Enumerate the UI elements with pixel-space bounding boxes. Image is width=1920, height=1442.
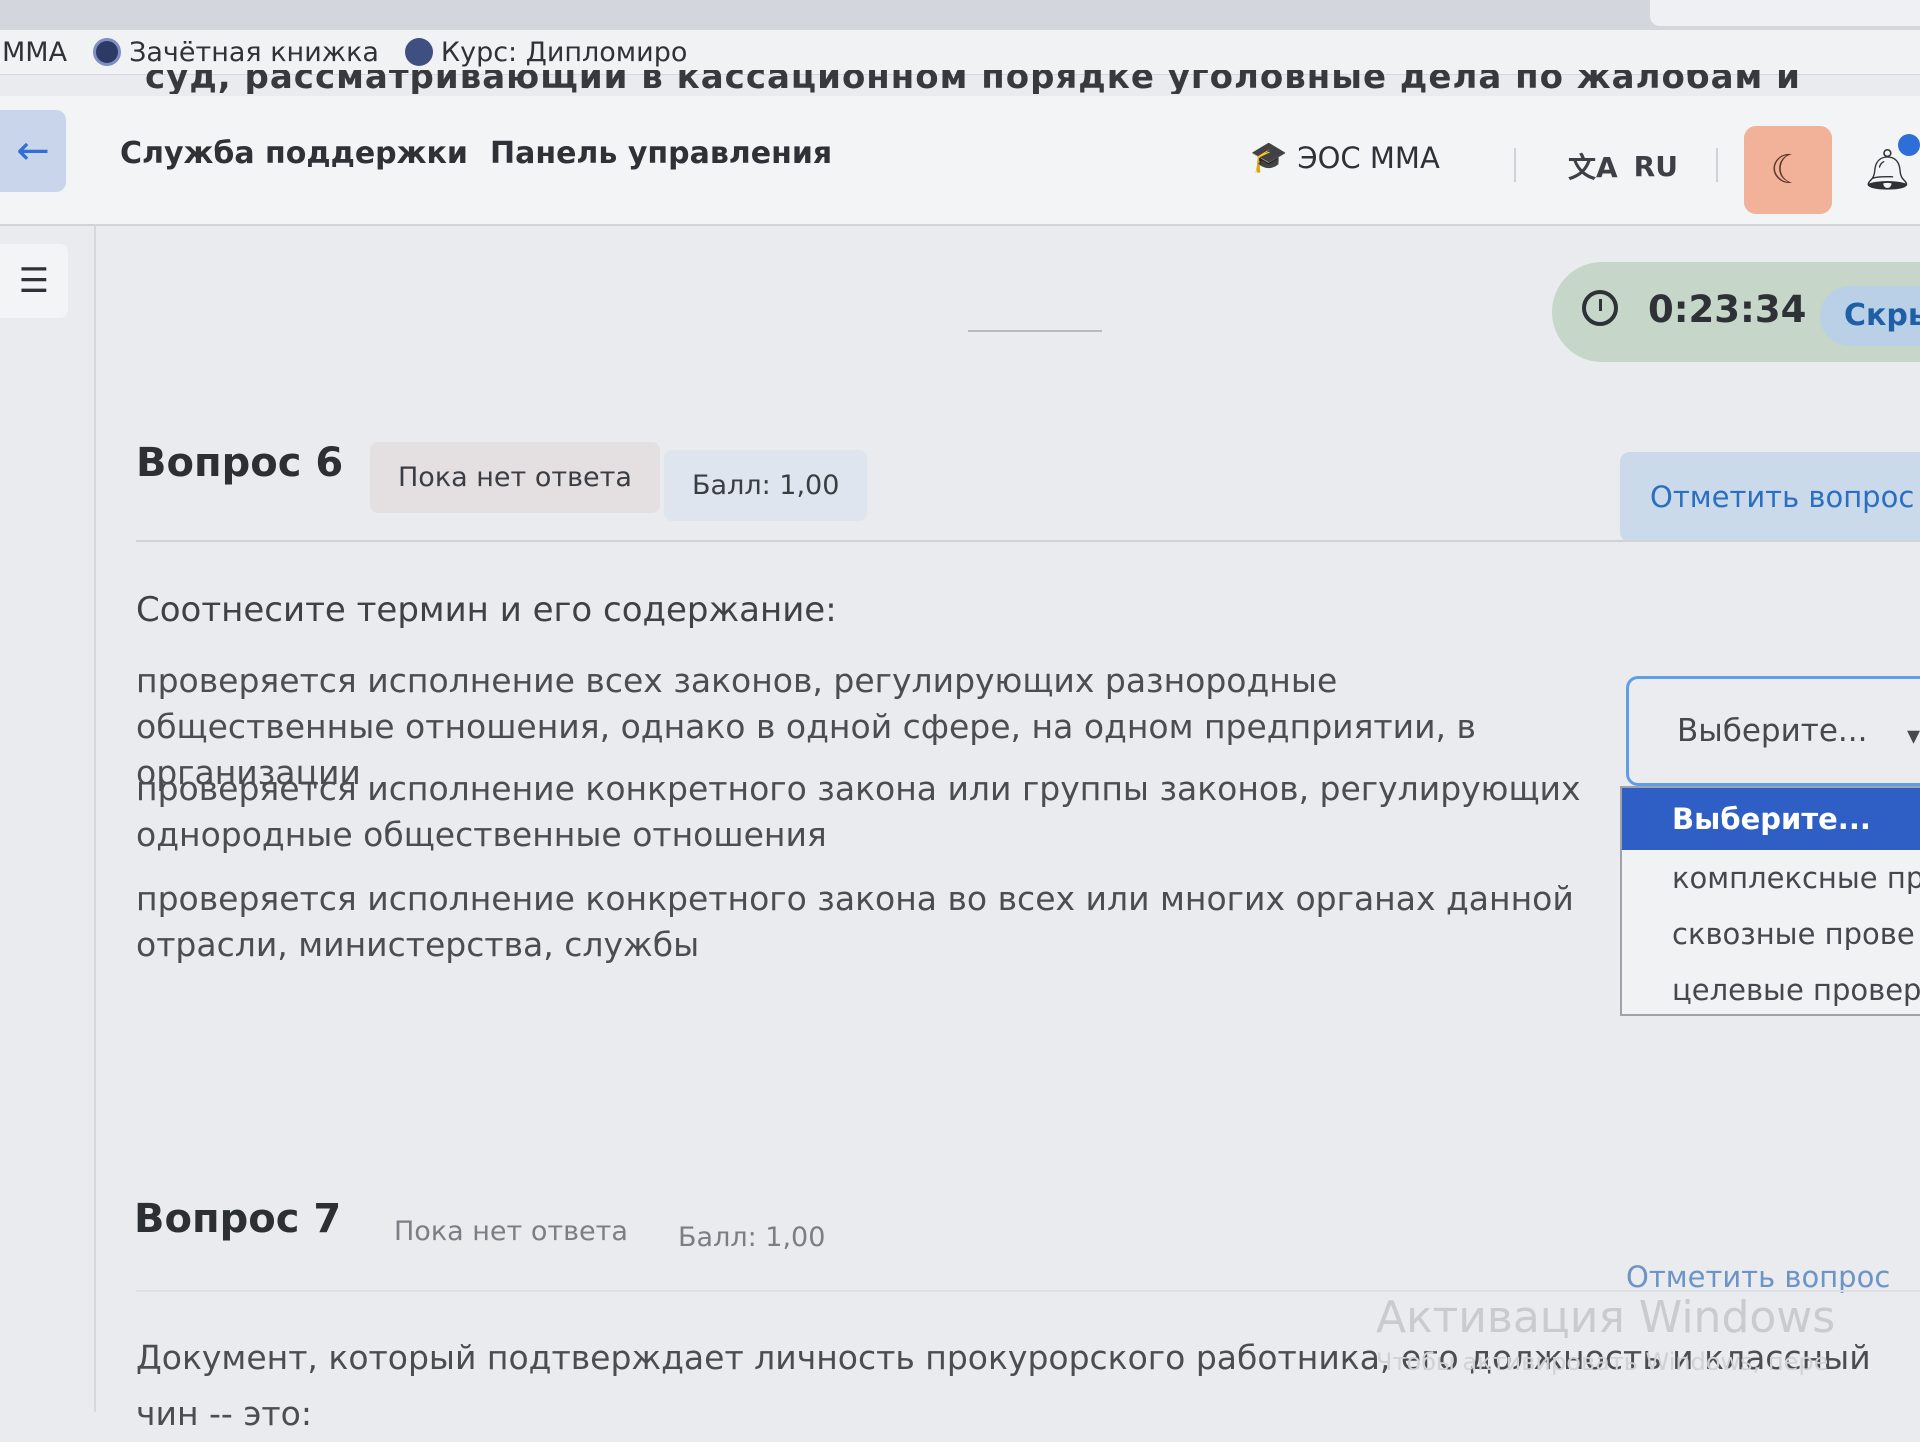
bookmark-label: ММА [2,36,68,68]
question-prompt: Соотнесите термин и его содержание: [136,590,837,630]
match-stem-3: проверяется исполнение конкретного закон… [136,879,1574,964]
graduation-cap-icon [404,38,433,66]
record-book-icon [93,38,122,66]
back-button[interactable]: ← [0,110,66,192]
score-badge: Балл: 1,00 [678,1222,826,1253]
bookmark-label: Зачётная книжка [129,36,379,68]
nav-eos-link[interactable]: 🎓 ЭОС ММА [1250,140,1440,175]
translate-icon: 文A [1568,151,1618,184]
question-divider [136,540,1920,542]
language-switcher[interactable]: 文A RU [1568,146,1678,186]
match-stem-2: проверяется исполнение конкретного закон… [136,769,1581,854]
content-border [94,224,96,1412]
answer-dropdown: Выберите... комплексные пр сквозные пров… [1620,786,1920,1016]
hide-timer-button[interactable]: Скры [1820,286,1920,346]
windows-activation-title: Активация Windows [1376,1292,1836,1343]
graduation-cap-icon: 🎓 [1250,140,1288,175]
bookmark-course[interactable]: Курс: Дипломиро [404,36,688,68]
language-code: RU [1633,149,1678,183]
top-navbar: ← Служба поддержки Панель управления 🎓 Э… [0,96,1920,226]
bookmark-record-book[interactable]: Зачётная книжка [93,37,379,68]
theme-toggle-button[interactable]: ☾ [1744,126,1832,214]
select-value: Выберите... [1677,713,1868,749]
bookmarks-bar: ММА Зачётная книжка Курс: Дипломиро [0,30,1920,75]
arrow-left-icon: ← [16,128,50,174]
dropdown-option-targeted[interactable]: целевые провер [1622,962,1920,1014]
browser-tab-strip [0,0,1920,30]
quiz-timer: 0:23:34 Скры [1552,262,1920,362]
decorative-divider [968,330,1102,332]
question-text: Документ, который подтверждает личность … [136,1338,1871,1433]
dropdown-option-placeholder[interactable]: Выберите... [1622,788,1920,850]
moon-icon: ☾ [1770,147,1806,193]
clock-icon [1582,290,1618,326]
flag-question-button[interactable]: Отметить вопрос [1620,452,1920,542]
bookmark-mma[interactable]: ММА [2,37,67,68]
bookmark-label: Курс: Дипломиро [440,36,688,68]
nav-eos-label: ЭОС ММА [1297,140,1440,175]
cursor-icon: ▾ [1907,721,1920,751]
notification-badge [1898,134,1920,156]
question-title: Вопрос 7 [134,1196,342,1242]
nav-dashboard-link[interactable]: Панель управления [490,136,832,171]
browser-tab[interactable] [1650,0,1920,26]
timer-value: 0:23:34 [1648,288,1807,331]
nav-separator [1716,148,1718,182]
nav-support-link[interactable]: Служба поддержки [120,136,468,171]
status-badge: Пока нет ответа [394,1216,628,1247]
question-title: Вопрос 6 [136,440,344,486]
menu-icon: ☰ [18,261,50,301]
score-badge: Балл: 1,00 [664,450,868,521]
windows-activation-subtitle: Чтобы активировать Windows, пере [1376,1348,1829,1376]
status-badge: Пока нет ответа [370,442,660,513]
scrolled-text-fragment: суд, рассматривающий в кассационном поря… [145,70,1801,94]
dropdown-option-complex[interactable]: комплексные пр [1622,850,1920,906]
nav-separator [1514,148,1516,182]
sidebar-toggle-button[interactable]: ☰ [0,244,68,318]
dropdown-option-through[interactable]: сквозные прове [1622,906,1920,962]
answer-select[interactable]: Выберите... ▾ [1626,676,1920,786]
